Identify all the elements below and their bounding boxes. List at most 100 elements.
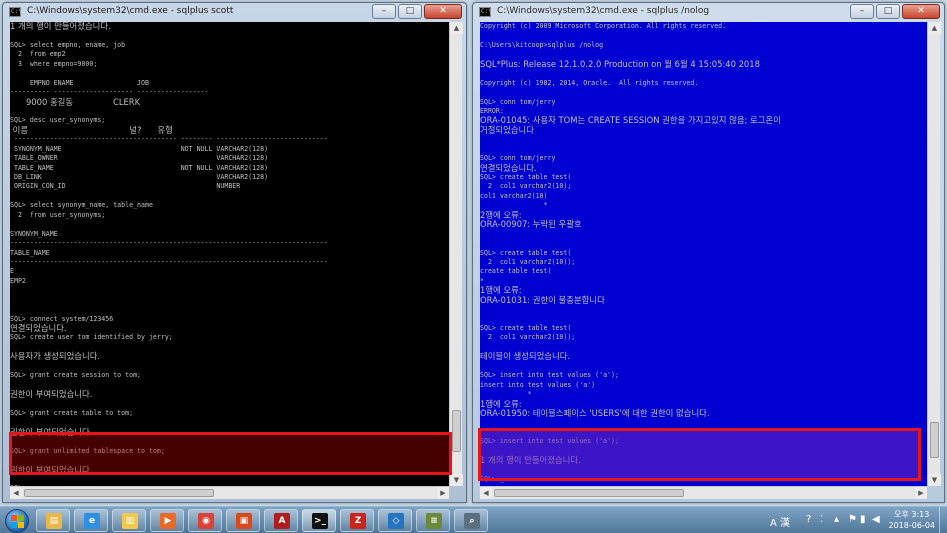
minimize-button[interactable]: – xyxy=(372,4,396,19)
console-line: DB_LINK VARCHAR2(128) xyxy=(10,173,269,181)
cmd-icon: C:\ xyxy=(9,7,22,17)
windows-logo-icon xyxy=(11,515,17,521)
console-line: ----------------------------------------… xyxy=(10,257,328,266)
language-indicator[interactable]: A 漢 xyxy=(770,514,790,529)
scroll-thumb[interactable] xyxy=(494,489,684,497)
console-line: 사용자가 생성되었습니다. xyxy=(10,351,101,362)
console-line: E xyxy=(10,267,14,276)
maximize-button[interactable]: □ xyxy=(398,4,422,19)
console-line: ORA-01031: 권한이 불충분합니다 xyxy=(480,294,605,305)
scroll-right-icon[interactable]: ▶ xyxy=(437,487,449,499)
flag-icon[interactable]: ⚑ xyxy=(848,514,857,525)
close-button[interactable]: ✕ xyxy=(902,4,940,19)
volume-icon[interactable]: ◀ xyxy=(872,514,880,525)
title-bar[interactable]: C:\ C:\Windows\system32\cmd.exe - sqlplu… xyxy=(473,3,944,21)
console-line: Copyright (c) 1982, 2014, Oracle. All ri… xyxy=(480,78,699,87)
console-line: SQL> select empno, ename, job xyxy=(10,40,126,49)
taskbar-button-chrome[interactable]: ◉ xyxy=(188,509,222,532)
clock-date: 2018-06-04 xyxy=(888,521,936,530)
console-line: 연결되었습니다. xyxy=(480,162,537,173)
console-line: SQL> grant create session to tom; xyxy=(10,371,142,380)
taskbar-button-cmd[interactable]: >_ xyxy=(302,509,336,532)
scroll-thumb[interactable] xyxy=(452,410,461,452)
scroll-up-icon[interactable]: ▲ xyxy=(928,22,941,34)
system-tray: A 漢 ? ⁚ ▴ ⚑ ▮ ◀ 오후 3:13 2018-06-04 xyxy=(762,507,947,533)
console-line: 거절되었습니다 xyxy=(480,124,534,135)
taskbar-button-vscode[interactable]: ◇ xyxy=(378,509,412,532)
console-line: 3 where empno=9000; xyxy=(10,59,98,68)
console-line: 2 col1 varchar2(10); xyxy=(480,182,572,191)
taskbar-button-files[interactable]: ▥ xyxy=(112,509,146,532)
scroll-down-icon[interactable]: ▼ xyxy=(450,474,463,486)
horizontal-scrollbar[interactable]: ◀ ▶ xyxy=(480,486,927,499)
minimize-button[interactable]: – xyxy=(850,4,874,19)
console-line: * xyxy=(480,201,548,210)
ime-icon[interactable]: ⁚ xyxy=(820,514,823,525)
console-line: ORIGIN_CON_ID NUMBER xyxy=(10,182,241,191)
scroll-right-icon[interactable]: ▶ xyxy=(915,487,927,499)
file-manager-icon: ▥ xyxy=(122,513,138,529)
console-line: 테이블이 생성되었습니다. xyxy=(480,351,571,362)
media-player-icon: ▶ xyxy=(160,513,176,529)
scroll-thumb[interactable] xyxy=(930,422,939,458)
maximize-button[interactable]: □ xyxy=(876,4,900,19)
title-bar[interactable]: C:\ C:\Windows\system32\cmd.exe - sqlplu… xyxy=(3,3,466,21)
console-line: 9000 홍길동 CLERK xyxy=(10,96,141,107)
pdf-icon: A xyxy=(274,513,290,529)
console-output[interactable]: Copyright (c) 2009 Microsoft Corporation… xyxy=(480,22,927,486)
console-line: SQL> conn tom/jerry xyxy=(480,97,556,106)
taskbar-button-filezilla[interactable]: Z xyxy=(340,509,374,532)
taskbar-button-media[interactable]: ▶ xyxy=(150,509,184,532)
start-button[interactable] xyxy=(5,509,29,533)
console-line: Copyright (c) 2009 Microsoft Corporation… xyxy=(480,22,727,30)
help-icon[interactable]: ? xyxy=(806,514,811,525)
scroll-up-icon[interactable]: ▲ xyxy=(450,22,463,34)
console-line: ORA-00907: 누락된 우괄호 xyxy=(480,219,582,230)
taskbar-button-ie[interactable]: e xyxy=(74,509,108,532)
horizontal-scrollbar[interactable]: ◀ ▶ xyxy=(10,486,449,499)
console-line: EMP2 xyxy=(10,276,26,285)
console-output[interactable]: 1 개의 행이 만들어졌습니다. SQL> select empno, ename… xyxy=(10,22,449,486)
expand-tray-icon[interactable]: ▴ xyxy=(834,514,839,525)
taskbar-button-pdf[interactable]: A xyxy=(264,509,298,532)
clock[interactable]: 오후 3:13 2018-06-04 xyxy=(889,509,936,531)
console-line: SQL> select synonym_name, table_name xyxy=(10,201,153,210)
console-line: C:\Users\kitcoop>sqlplus /nolog xyxy=(480,40,604,49)
console-line: SQL> create table test( xyxy=(480,324,572,332)
close-button[interactable]: ✕ xyxy=(424,4,462,19)
vertical-scrollbar[interactable]: ▲ ▼ xyxy=(927,22,941,486)
console-line: insert into test values ('a') xyxy=(480,380,596,389)
cmd-icon: C:\ xyxy=(479,7,492,17)
taskbar-button-search[interactable]: ⌕ xyxy=(454,509,488,532)
vertical-scrollbar[interactable]: ▲ ▼ xyxy=(449,22,463,486)
scroll-down-icon[interactable]: ▼ xyxy=(928,474,941,486)
console-line: SYNONYM_NAME NOT NULL VARCHAR2(128) xyxy=(10,144,269,153)
show-desktop-button[interactable] xyxy=(939,507,947,533)
console-line: 1 개의 행이 만들어졌습니다. xyxy=(10,22,111,31)
console-line: 권한이 부여되었습니다. xyxy=(10,389,93,400)
console-line: 연결되었습니다. xyxy=(10,323,67,333)
taskbar-button-explorer[interactable]: ▤ xyxy=(36,509,70,532)
scroll-left-icon[interactable]: ◀ xyxy=(10,487,22,499)
console-line: 이름 널? 유형 xyxy=(10,124,173,135)
chrome-icon: ◉ xyxy=(198,513,214,529)
network-icon[interactable]: ▮ xyxy=(860,514,866,525)
cmd-window-scott[interactable]: C:\ C:\Windows\system32\cmd.exe - sqlplu… xyxy=(2,2,467,503)
scroll-left-icon[interactable]: ◀ xyxy=(480,487,492,499)
office-icon: ▣ xyxy=(236,513,252,529)
console-line: SYNONYM_NAME xyxy=(10,229,58,238)
taskbar-button-db[interactable]: ≡ xyxy=(416,509,450,532)
taskbar-button-office[interactable]: ▣ xyxy=(226,509,260,532)
internet-explorer-icon: e xyxy=(84,513,100,529)
scroll-thumb[interactable] xyxy=(24,489,214,497)
